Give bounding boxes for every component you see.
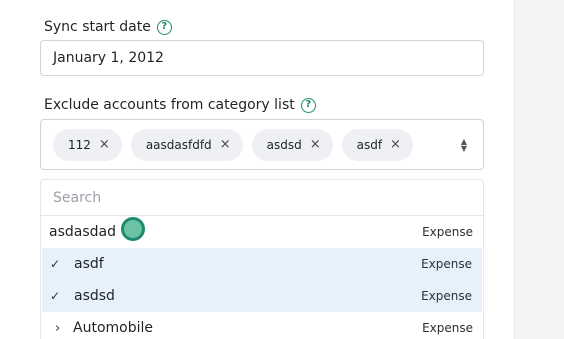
chip-label: asdsd bbox=[266, 137, 302, 152]
selected-chip: 112 × bbox=[53, 128, 122, 161]
exclude-accounts-select[interactable]: 112 × aasdasfdfd × asdsd × asdf × ▲ ▼ bbox=[40, 119, 484, 170]
chip-label: asdf bbox=[356, 137, 383, 152]
chip-label: aasdasfdfd bbox=[145, 137, 212, 152]
selected-chip: asdf × bbox=[341, 128, 413, 161]
chevron-up-down-icon[interactable]: ▲ ▼ bbox=[459, 137, 469, 153]
remove-chip-icon[interactable]: × bbox=[390, 138, 401, 151]
exclude-accounts-label: Exclude accounts from category list ? bbox=[44, 97, 316, 113]
search-placeholder: Search bbox=[53, 189, 102, 206]
settings-panel: Sync start date ? January 1, 2012 Exclud… bbox=[0, 0, 515, 339]
sync-start-date-value: January 1, 2012 bbox=[53, 50, 164, 66]
question-circle-icon[interactable]: ? bbox=[156, 19, 172, 35]
search-input[interactable]: Search bbox=[41, 180, 483, 216]
check-icon: ✓ bbox=[50, 257, 61, 271]
cursor-indicator-icon bbox=[121, 217, 145, 241]
chip-label: 112 bbox=[68, 137, 91, 152]
list-item-name: asdasdad bbox=[49, 224, 116, 240]
list-item-type: Expense bbox=[422, 225, 473, 239]
sync-start-date-label-text: Sync start date bbox=[44, 19, 151, 35]
list-item-name: Automobile bbox=[73, 320, 153, 336]
exclude-accounts-label-text: Exclude accounts from category list bbox=[44, 97, 295, 113]
list-item[interactable]: asdasdad Expense bbox=[41, 216, 483, 248]
question-circle-icon[interactable]: ? bbox=[300, 97, 316, 113]
list-item-name: asdf bbox=[74, 256, 104, 272]
list-item[interactable]: ✓ asdf Expense bbox=[42, 248, 482, 280]
list-item[interactable]: ✓ asdsd Expense bbox=[42, 280, 482, 312]
list-item-type: Expense bbox=[421, 257, 472, 271]
check-icon: ✓ bbox=[50, 289, 61, 303]
remove-chip-icon[interactable]: × bbox=[310, 138, 321, 151]
selected-chip: asdsd × bbox=[251, 128, 333, 161]
category-dropdown: Search asdasdad Expense ✓ asdf Expense ✓… bbox=[40, 179, 484, 339]
chevron-right-icon[interactable]: › bbox=[55, 321, 60, 336]
remove-chip-icon[interactable]: × bbox=[220, 138, 231, 151]
list-item-type: Expense bbox=[422, 321, 473, 335]
remove-chip-icon[interactable]: × bbox=[99, 138, 110, 151]
list-item[interactable]: › Automobile Expense bbox=[41, 312, 483, 339]
sync-start-date-label: Sync start date ? bbox=[44, 19, 172, 35]
sync-start-date-input[interactable]: January 1, 2012 bbox=[40, 40, 484, 76]
list-item-type: Expense bbox=[421, 289, 472, 303]
list-item-name: asdsd bbox=[74, 288, 115, 304]
selected-chip: aasdasfdfd × bbox=[130, 128, 243, 161]
